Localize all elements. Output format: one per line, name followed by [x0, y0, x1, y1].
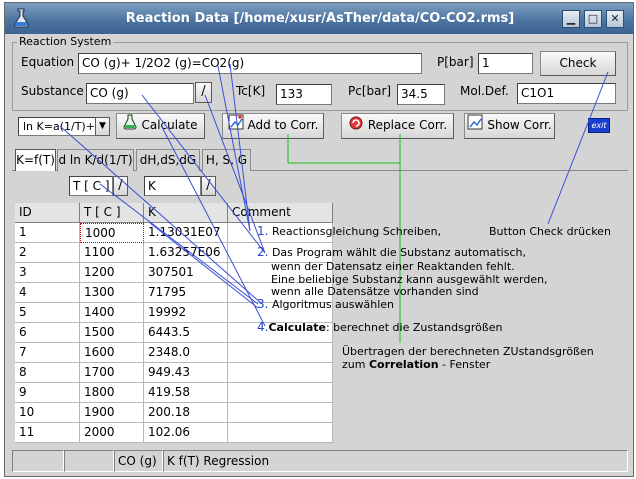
annotation-text-2d: wenn alle Datensätze vorhanden sind [271, 285, 479, 298]
annotation-text-1: Reactionsgleichung Schreiben, [271, 225, 442, 238]
annotation-text-4: : berechnet die Zustandsgrößen [325, 321, 503, 334]
annotation-number-2: 2. [257, 245, 269, 259]
annotation-text-3: Algoritmus auswählen [271, 298, 395, 311]
annotation-step-3: 3. Algoritmus auswählen [257, 297, 395, 312]
status-mode: K f(T) Regression [163, 450, 628, 472]
annotation-text-4-bold: Calculate [268, 321, 326, 334]
annotation-step-1: 1. Reactionsgleichung Schreiben, [257, 224, 442, 239]
annotation-text-5-pre: zum [342, 358, 369, 371]
annotation-lines [59, 63, 609, 343]
annotation-text-5-post: - Fenster [438, 358, 491, 371]
annotation-number-4: 4. [257, 320, 269, 334]
annotation-number-3: 3. [257, 297, 269, 311]
status-substance: CO (g) [114, 450, 163, 472]
annotation-text-2b: wenn der Datensatz einer Reaktanden fehl… [271, 260, 515, 273]
annotation-text-1b: Button Check drücken [489, 225, 611, 238]
annotation-number-1: 1. [257, 224, 269, 238]
annotation-step-4: 4.Calculate: berechnet die Zustandsgröße… [257, 320, 503, 335]
status-cell-1 [12, 450, 64, 472]
annotation-step-5: zum Correlation - Fenster [342, 358, 490, 371]
annotation-text-5-bold: Correlation [368, 358, 439, 371]
annotation-text-2a: Das Program wählt die Substanz automatis… [271, 246, 526, 259]
annotation-step-2: 2. Das Program wählt die Substanz automa… [257, 245, 526, 260]
annotation-text-5a: Übertragen der berechneten ZUstandsgröße… [342, 345, 594, 358]
status-cell-2 [64, 450, 114, 472]
